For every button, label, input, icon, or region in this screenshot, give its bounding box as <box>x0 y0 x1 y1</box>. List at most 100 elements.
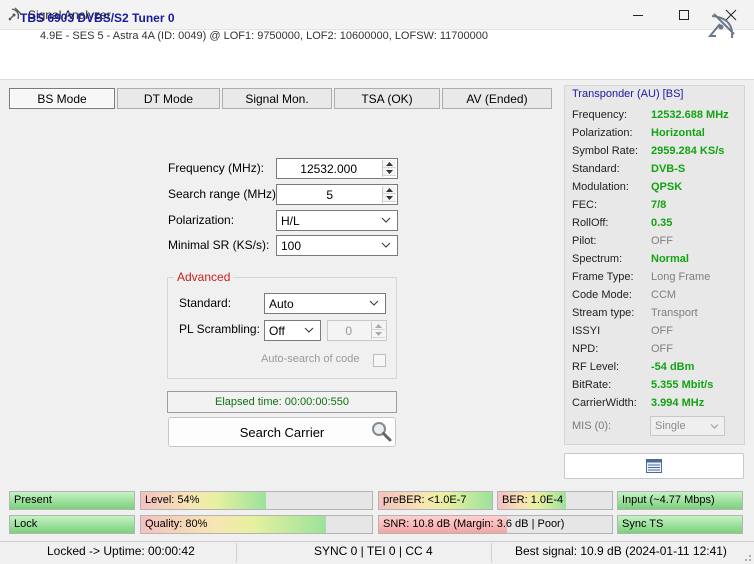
transponder-label: Standard: <box>572 163 620 175</box>
transponder-value: 7/8 <box>651 199 667 211</box>
transponder-value: OFF <box>651 235 673 247</box>
mis-value: Single <box>655 420 686 432</box>
polarization-value: H/L <box>281 213 300 228</box>
indicator-level: Level: 54% <box>140 491 373 510</box>
transponder-value: 0.35 <box>651 217 673 229</box>
status-best-signal: Best signal: 10.9 dB (2024-01-11 12:41) <box>515 544 727 558</box>
polarization-select[interactable]: H/L <box>276 210 398 231</box>
indicator-text: preBER: <1.0E-7 <box>383 494 467 506</box>
transponder-value: CCM <box>651 289 677 301</box>
maximize-button[interactable] <box>661 0 707 30</box>
mis-select[interactable]: Single <box>650 416 725 436</box>
pl-code-value: 0 <box>345 324 352 338</box>
chevron-down-icon <box>381 217 391 223</box>
tab-tsa[interactable]: TSA (OK) <box>334 88 440 109</box>
pl-code-stepper[interactable]: 0 <box>327 320 387 341</box>
transponder-label: Pilot: <box>572 235 597 247</box>
minimal-sr-select[interactable]: 100 <box>276 235 398 256</box>
frequency-label: Frequency (MHz): <box>168 161 265 175</box>
pl-scrambling-label: PL Scrambling: <box>179 322 260 336</box>
satellite-info: 4.9E - SES 5 - Astra 4A (ID: 0049) @ LOF… <box>40 30 488 42</box>
autosearch-label: Auto-search of code <box>261 353 360 365</box>
transponder-value: Normal <box>651 253 689 265</box>
status-sync: SYNC 0 | TEI 0 | CC 4 <box>314 544 433 558</box>
chevron-down-icon <box>304 327 314 333</box>
search-range-value: 5 <box>326 188 333 202</box>
indicator-text: Sync TS <box>622 518 664 530</box>
satellite-dish-icon <box>707 13 735 39</box>
autosearch-checkbox[interactable] <box>373 354 386 367</box>
tab-dt-mode[interactable]: DT Mode <box>117 88 220 109</box>
spin-down-icon[interactable] <box>372 330 385 338</box>
minimize-button[interactable] <box>615 0 661 30</box>
search-carrier-label: Search Carrier <box>239 424 325 440</box>
transponder-label: Frequency: <box>572 109 628 121</box>
search-range-label: Search range (MHz): <box>168 187 280 201</box>
transponder-panel <box>564 85 745 445</box>
transponder-label: BitRate: <box>572 379 612 391</box>
transponder-value: Horizontal <box>651 127 705 139</box>
tab-av[interactable]: AV (Ended) <box>442 88 552 109</box>
frequency-value: 12532.000 <box>300 162 357 176</box>
status-divider <box>491 543 492 562</box>
search-range-spin-buttons[interactable] <box>382 186 396 203</box>
transponder-label: Modulation: <box>572 181 629 193</box>
elapsed-time: Elapsed time: 00:00:00:550 <box>167 391 397 413</box>
tab-signal-mon[interactable]: Signal Mon. <box>222 88 332 109</box>
transponder-value: OFF <box>651 325 673 337</box>
list-icon <box>646 459 662 473</box>
transponder-label: RF Level: <box>572 361 620 373</box>
transponder-label: CarrierWidth: <box>572 397 637 409</box>
frequency-stepper[interactable]: 12532.000 <box>276 158 398 179</box>
transponder-value: 3.994 MHz <box>651 397 705 409</box>
indicator-ber: BER: 1.0E-4 <box>497 491 613 510</box>
standard-select[interactable]: Auto <box>264 293 386 314</box>
search-icon <box>372 422 392 442</box>
resize-grip-icon[interactable] <box>740 550 752 562</box>
frequency-spin-buttons[interactable] <box>382 160 396 177</box>
minimal-sr-label: Minimal SR (KS/s): <box>168 238 270 252</box>
transponder-label: Spectrum: <box>572 253 623 265</box>
transponder-label: Stream type: <box>572 307 635 319</box>
chevron-down-icon <box>381 242 391 248</box>
indicator-snr: SNR: 10.8 dB (Margin: 3.6 dB | Poor) <box>378 515 613 534</box>
pl-scrambling-select[interactable]: Off <box>264 320 321 341</box>
transponder-label: RollOff: <box>572 217 609 229</box>
minimize-icon <box>633 15 643 16</box>
transponder-label: Frame Type: <box>572 271 634 283</box>
transponder-value: -54 dBm <box>651 361 695 373</box>
transponder-label: Polarization: <box>572 127 633 139</box>
tab-bs-mode[interactable]: BS Mode <box>9 88 115 109</box>
spin-up-icon[interactable] <box>383 186 396 194</box>
indicator-text: Present <box>14 494 52 506</box>
transponder-value: QPSK <box>651 181 683 193</box>
transponder-value: DVB-S <box>651 163 686 175</box>
transponder-value: 5.355 Mbit/s <box>651 379 714 391</box>
pl-scrambling-value: Off <box>269 323 285 338</box>
standard-value: Auto <box>269 296 294 311</box>
indicator-preber: preBER: <1.0E-7 <box>378 491 493 510</box>
maximize-icon <box>679 10 689 20</box>
indicator-text: Input (~4.77 Mbps) <box>622 494 715 506</box>
spin-up-icon[interactable] <box>372 322 385 330</box>
search-range-stepper[interactable]: 5 <box>276 184 398 205</box>
tuner-name: TBS 6903 DVBS/S2 Tuner 0 <box>20 11 175 25</box>
chevron-down-icon <box>710 424 719 429</box>
channel-list-button[interactable] <box>564 453 744 479</box>
search-carrier-button[interactable]: Search Carrier <box>168 417 396 447</box>
spin-down-icon[interactable] <box>383 168 396 176</box>
transponder-value: OFF <box>651 343 673 355</box>
transponder-value: Transport <box>651 307 698 319</box>
indicator-present: Present <box>9 491 135 510</box>
indicator-text: Quality: 80% <box>145 518 208 530</box>
spin-up-icon[interactable] <box>383 160 396 168</box>
indicator-text: BER: 1.0E-4 <box>502 494 564 506</box>
status-uptime: Locked -> Uptime: 00:00:42 <box>47 544 195 558</box>
pl-code-spin-buttons[interactable] <box>371 322 385 339</box>
indicator-text: Level: 54% <box>145 494 200 506</box>
indicator-quality: Quality: 80% <box>140 515 373 534</box>
transponder-label: Code Mode: <box>572 289 632 301</box>
spin-down-icon[interactable] <box>383 194 396 202</box>
transponder-value: 12532.688 MHz <box>651 109 729 121</box>
transponder-value: Long Frame <box>651 271 711 283</box>
